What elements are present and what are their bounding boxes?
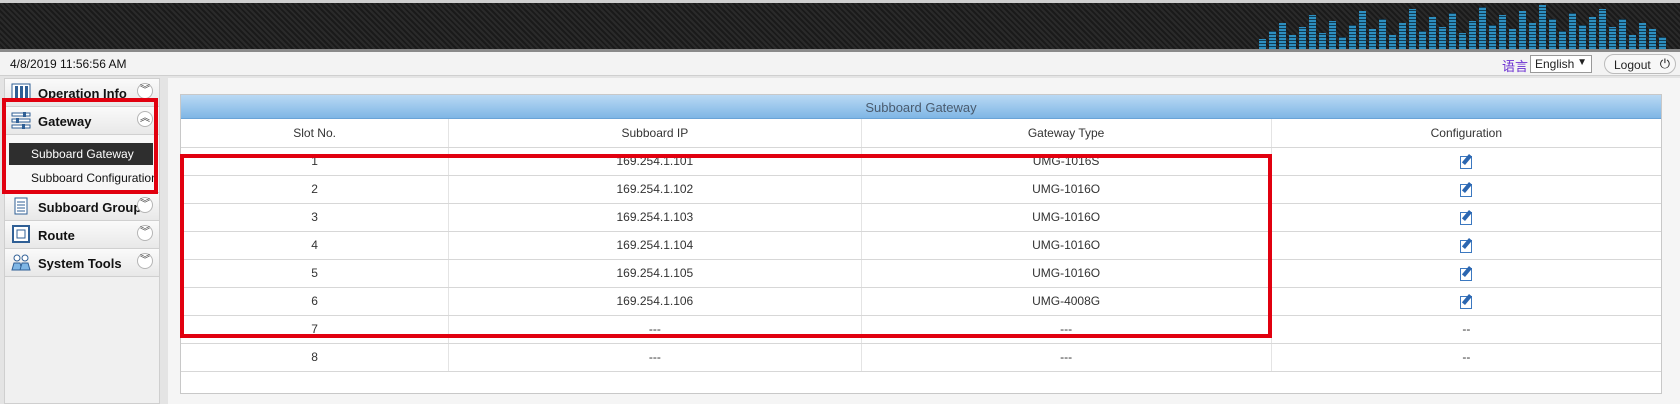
edit-icon[interactable]	[1459, 182, 1473, 198]
nav-subboard-group[interactable]: Subboard Group ︾	[5, 193, 159, 221]
dropdown-arrow-icon: ▼	[1577, 57, 1587, 68]
subboard-group-icon	[14, 197, 28, 215]
nav-route[interactable]: Route ︾	[5, 221, 159, 249]
chevron-double-down-icon[interactable]: ︾	[137, 253, 153, 269]
edit-icon[interactable]	[1459, 154, 1473, 170]
top-banner	[0, 0, 1680, 52]
slot-cell: 8	[181, 343, 450, 372]
edit-icon[interactable]	[1459, 238, 1473, 254]
config-cell	[1271, 231, 1661, 260]
config-cell: --	[1271, 315, 1661, 344]
language-select[interactable]: English ▼	[1530, 55, 1592, 73]
system-tools-icon	[11, 254, 31, 271]
power-icon: ⏻	[1659, 56, 1670, 71]
highlight-box-table-rows	[180, 154, 1272, 338]
edit-icon[interactable]	[1459, 294, 1473, 310]
edit-icon[interactable]	[1459, 210, 1473, 226]
chevron-double-down-icon[interactable]: ︾	[137, 225, 153, 241]
config-cell	[1271, 175, 1661, 204]
language-label: 语言	[1502, 59, 1529, 74]
config-cell	[1271, 147, 1661, 176]
nav-system-tools[interactable]: System Tools ︾	[5, 249, 159, 277]
edit-icon[interactable]	[1459, 266, 1473, 282]
column-header: Configuration	[1271, 119, 1661, 148]
logout-label: Logout	[1614, 58, 1651, 72]
config-cell: --	[1271, 343, 1661, 372]
column-header: Subboard IP	[448, 119, 862, 148]
status-bar: 4/8/2019 11:56:56 AM 语言 English ▼ Logout…	[0, 52, 1680, 76]
column-header: Gateway Type	[861, 119, 1272, 148]
column-header: Slot No.	[181, 119, 450, 148]
nav-label: Route	[38, 228, 75, 243]
route-icon	[12, 225, 30, 243]
chevron-double-down-icon[interactable]: ︾	[137, 197, 153, 213]
highlight-box-gateway-menu	[2, 98, 158, 194]
config-cell	[1271, 259, 1661, 288]
type-cell: ---	[861, 343, 1272, 372]
config-cell	[1271, 287, 1661, 316]
logout-button[interactable]: Logout ⏻	[1604, 54, 1676, 74]
nav-label: System Tools	[38, 256, 122, 271]
nav-label: Subboard Group	[38, 200, 142, 215]
language-value: English	[1535, 57, 1575, 71]
chevron-double-down-icon[interactable]: ︾	[137, 83, 153, 99]
table-header-row: Slot No. Subboard IP Gateway Type Config…	[181, 119, 1661, 148]
panel-title: Subboard Gateway	[181, 95, 1661, 119]
ip-cell: ---	[448, 343, 862, 372]
config-cell	[1271, 203, 1661, 232]
datetime: 4/8/2019 11:56:56 AM	[10, 57, 127, 71]
equalizer-graphic	[1259, 3, 1666, 49]
table-row: 8 --- --- --	[181, 343, 1661, 372]
